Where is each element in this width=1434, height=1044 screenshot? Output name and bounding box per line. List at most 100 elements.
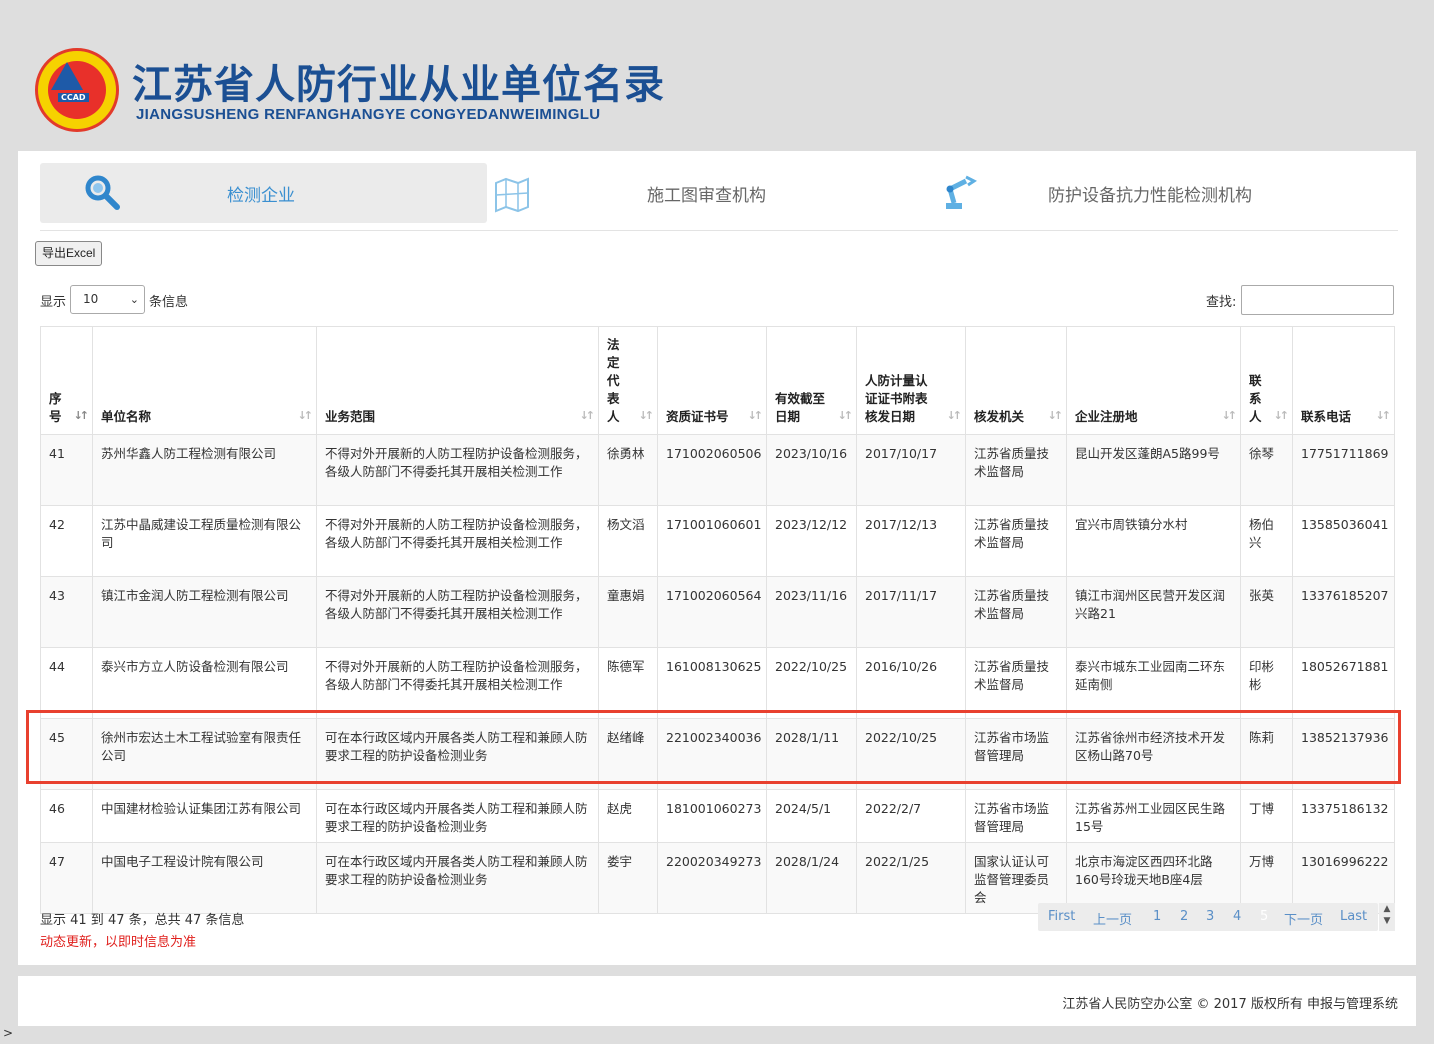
page-size-select[interactable]: 10 ⌄	[70, 285, 145, 314]
cell-issuing-authority: 江苏省质量技术监督局	[965, 505, 1067, 577]
col-header-index[interactable]: 序号 ↓↑	[40, 326, 93, 435]
tab-protective-equipment-testing[interactable]: 防护设备抗力性能检测机构	[938, 163, 1378, 223]
cell-issuing-authority: 江苏省市场监督管理局	[965, 789, 1067, 843]
page-5-button-current[interactable]: 5	[1260, 909, 1268, 924]
col-header-label: 法定代表人	[607, 337, 620, 424]
cell-index: 47	[40, 842, 93, 914]
col-header-valid-until[interactable]: 有效截至日期 ↓↑	[766, 326, 857, 435]
cell-registered-address: 江苏省徐州市经济技术开发区杨山路70号	[1066, 718, 1241, 790]
cell-index: 41	[40, 434, 93, 506]
tab-label: 防护设备抗力性能检测机构	[1048, 185, 1252, 206]
cell-phone: 17751711869	[1292, 434, 1395, 506]
cell-valid-until: 2023/10/16	[766, 434, 857, 506]
cell-company-name: 苏州华鑫人防工程检测有限公司	[92, 434, 317, 506]
cell-company-name: 江苏中晶威建设工程质量检测有限公司	[92, 505, 317, 577]
search-label: 查找:	[1206, 295, 1237, 310]
col-header-phone[interactable]: 联系电话 ↓↑	[1292, 326, 1395, 435]
cell-index: 44	[40, 647, 93, 719]
cell-contact-person: 丁博	[1240, 789, 1293, 843]
spin-down-icon[interactable]: ▼	[1379, 915, 1395, 927]
page-first-button[interactable]: First	[1048, 909, 1075, 924]
cell-contact-person: 徐琴	[1240, 434, 1293, 506]
ccad-logo: CCAD	[35, 48, 119, 132]
cell-valid-until: 2024/5/1	[766, 789, 857, 843]
spin-up-icon[interactable]: ▲	[1379, 903, 1395, 915]
col-header-company-name[interactable]: 单位名称 ↓↑	[92, 326, 317, 435]
col-header-label: 企业注册地	[1075, 409, 1138, 424]
cell-issue-date: 2017/10/17	[856, 434, 966, 506]
col-header-business-scope[interactable]: 业务范围 ↓↑	[316, 326, 599, 435]
cell-business-scope: 可在本行政区域内开展各类人防工程和兼顾人防要求工程的防护设备检测业务	[316, 789, 599, 843]
col-header-legal-rep[interactable]: 法定代表人 ↓↑	[598, 326, 658, 435]
cell-business-scope: 可在本行政区域内开展各类人防工程和兼顾人防要求工程的防护设备检测业务	[316, 842, 599, 914]
cell-phone: 13852137936	[1292, 718, 1395, 790]
sort-asc-icon: ↓↑	[73, 409, 90, 422]
col-header-registered-address[interactable]: 企业注册地 ↓↑	[1066, 326, 1241, 435]
page-next-button[interactable]: 下一页	[1284, 909, 1323, 928]
cell-issuing-authority: 江苏省质量技术监督局	[965, 434, 1067, 506]
col-header-label: 单位名称	[101, 409, 152, 424]
cell-legal-rep: 杨文滔	[598, 505, 658, 577]
export-excel-button[interactable]: 导出Excel	[35, 241, 103, 266]
sort-icon: ↓↑	[1375, 409, 1392, 422]
dynamic-update-note: 动态更新，以即时信息为准	[40, 935, 197, 950]
table-row: 41 苏州华鑫人防工程检测有限公司 不得对外开展新的人防工程防护设备检测服务，各级人…	[40, 434, 1395, 506]
cell-phone: 13376185207	[1292, 576, 1395, 648]
category-tabs: 检测企业 施工图审查机构 防护设备抗力性能检测机构	[40, 161, 1398, 231]
companies-table: 序号 ↓↑ 单位名称 ↓↑ 业务范围 ↓↑ 法定代表人 ↓↑ 资质证书号 ↓↑ 有效截至日…	[40, 326, 1395, 914]
cell-issue-date: 2022/10/25	[856, 718, 966, 790]
sort-icon: ↓↑	[638, 409, 655, 422]
site-title: 江苏省人防行业从业单位名录	[132, 62, 665, 108]
search-input[interactable]	[1241, 285, 1394, 315]
page-spinner[interactable]: ▲ ▼	[1379, 903, 1395, 931]
cell-registered-address: 泰兴市城东工业园南二环东延南侧	[1066, 647, 1241, 719]
tab-label: 施工图审查机构	[647, 185, 766, 206]
cell-phone: 13585036041	[1292, 505, 1395, 577]
magnifier-icon	[85, 175, 120, 210]
cell-business-scope: 不得对外开展新的人防工程防护设备检测服务，各级人防部门不得委托其开展相关检测工作	[316, 576, 599, 648]
tab-label: 检测企业	[227, 185, 295, 206]
cell-contact-person: 印彬彬	[1240, 647, 1293, 719]
tab-inspection-companies[interactable]: 检测企业	[40, 163, 487, 223]
cell-legal-rep: 赵绪峰	[598, 718, 658, 790]
cell-company-name: 泰兴市方立人防设备检测有限公司	[92, 647, 317, 719]
cell-certificate-no: 221002340036	[657, 718, 767, 790]
cell-valid-until: 2022/10/25	[766, 647, 857, 719]
cell-issuing-authority: 江苏省质量技术监督局	[965, 647, 1067, 719]
cell-registered-address: 江苏省苏州工业园区民生路15号	[1066, 789, 1241, 843]
page-last-button[interactable]: Last	[1340, 909, 1367, 924]
cell-certificate-no: 220020349273	[657, 842, 767, 914]
page-4-button[interactable]: 4	[1233, 909, 1241, 924]
cell-issuing-authority: 江苏省质量技术监督局	[965, 576, 1067, 648]
length-suffix-label: 条信息	[149, 295, 189, 310]
sort-icon: ↓↑	[297, 409, 314, 422]
col-header-label: 核发机关	[974, 409, 1025, 424]
col-header-label: 人防计量认证证书附表核发日期	[865, 373, 928, 424]
table-row: 44 泰兴市方立人防设备检测有限公司 不得对外开展新的人防工程防护设备检测服务，各级…	[40, 647, 1395, 719]
col-header-label: 联系电话	[1301, 409, 1352, 424]
cell-issue-date: 2022/2/7	[856, 789, 966, 843]
page-3-button[interactable]: 3	[1206, 909, 1214, 924]
main-panel: 检测企业 施工图审查机构 防护设备抗力性能检测机构 导出Excel 显示 10 …	[18, 151, 1416, 965]
cell-legal-rep: 赵虎	[598, 789, 658, 843]
cell-contact-person: 张英	[1240, 576, 1293, 648]
cell-legal-rep: 童惠娟	[598, 576, 658, 648]
tab-drawing-review[interactable]: 施工图审查机构	[490, 163, 930, 223]
col-header-certificate-no[interactable]: 资质证书号 ↓↑	[657, 326, 767, 435]
page-1-button[interactable]: 1	[1153, 909, 1161, 924]
col-header-issuing-authority[interactable]: 核发机关 ↓↑	[965, 326, 1067, 435]
page-prev-button[interactable]: 上一页	[1093, 909, 1132, 928]
caret-icon: >	[3, 1026, 14, 1040]
cell-registered-address: 宜兴市周铁镇分水村	[1066, 505, 1241, 577]
col-header-contact-person[interactable]: 联系人 ↓↑	[1240, 326, 1293, 435]
sort-icon: ↓↑	[837, 409, 854, 422]
table-row: 46 中国建材检验认证集团江苏有限公司 可在本行政区域内开展各类人防工程和兼顾人防要…	[40, 789, 1395, 843]
cell-business-scope: 不得对外开展新的人防工程防护设备检测服务，各级人防部门不得委托其开展相关检测工作	[316, 505, 599, 577]
page-size-value: 10	[83, 292, 99, 306]
table-row: 43 镇江市金润人防工程检测有限公司 不得对外开展新的人防工程防护设备检测服务，各级…	[40, 576, 1395, 648]
logo-text: CCAD	[58, 93, 89, 102]
page-2-button[interactable]: 2	[1180, 909, 1188, 924]
table-row: 42 江苏中晶威建设工程质量检测有限公司 不得对外开展新的人防工程防护设备检测服务，…	[40, 505, 1395, 577]
col-header-issue-date[interactable]: 人防计量认证证书附表核发日期 ↓↑	[856, 326, 966, 435]
cell-business-scope: 可在本行政区域内开展各类人防工程和兼顾人防要求工程的防护设备检测业务	[316, 718, 599, 790]
